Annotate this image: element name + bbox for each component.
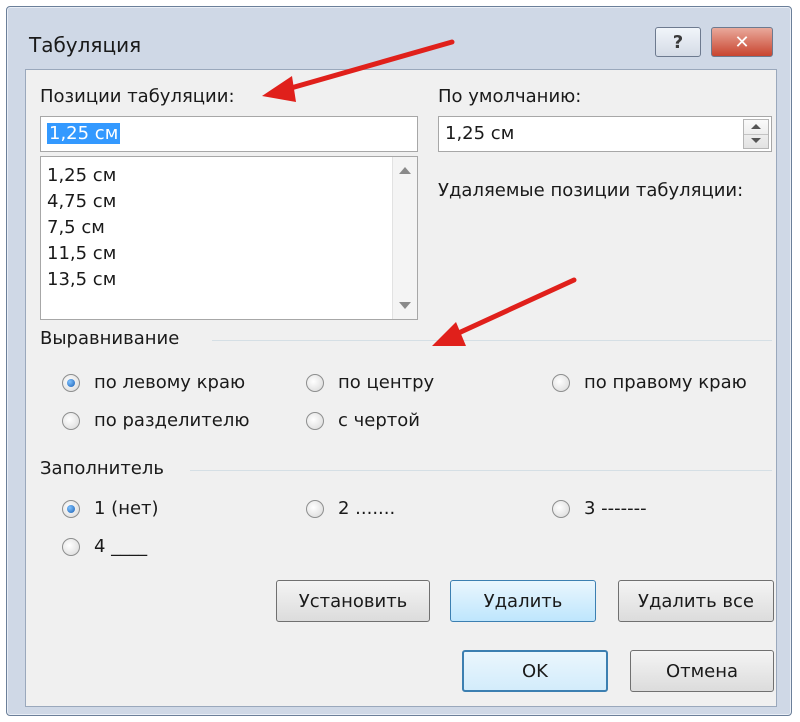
annotation-arrow <box>262 39 455 102</box>
annotation-arrows <box>262 39 577 346</box>
annotation-arrow <box>432 277 577 346</box>
